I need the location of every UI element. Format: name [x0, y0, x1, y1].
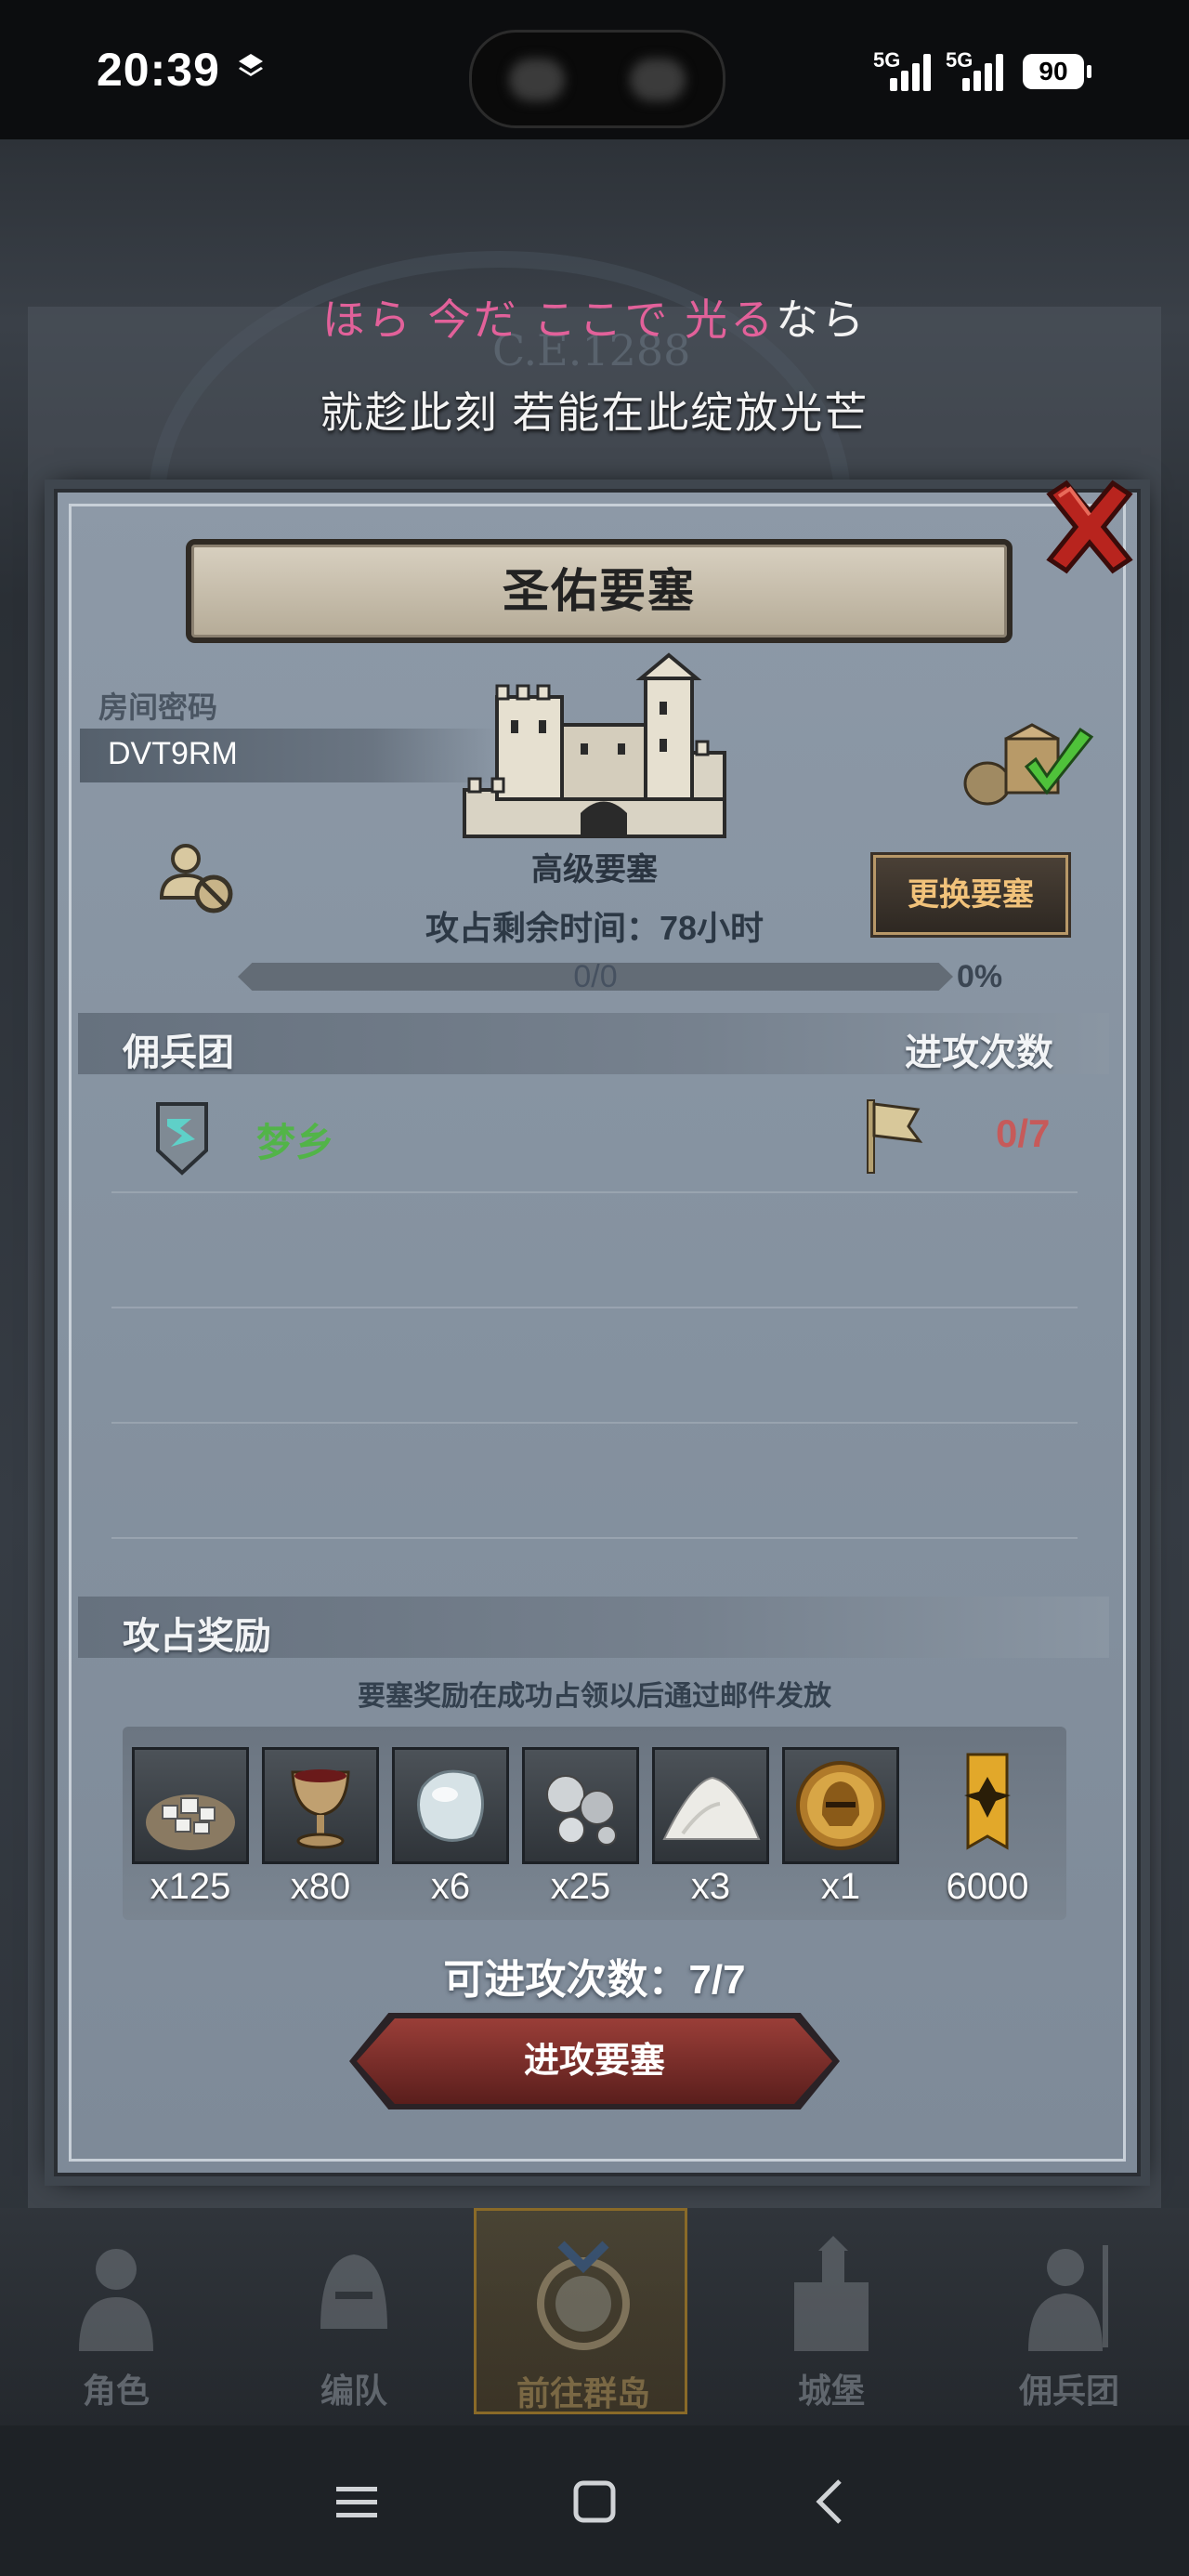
guild-name[interactable]: 梦乡 — [256, 1111, 334, 1168]
signal-bar — [901, 71, 908, 91]
nav-item-formation[interactable]: 编队 — [247, 2208, 461, 2414]
nav-item-islands[interactable]: 前往群岛 — [474, 2208, 687, 2414]
nav-label: 前往群岛 — [516, 2374, 650, 2412]
goblet-icon — [262, 1747, 379, 1864]
guild-attack-count: 0/7 — [996, 1111, 1051, 1155]
nav-item-mercenary[interactable]: 佣兵团 — [962, 2208, 1176, 2414]
lyric-line-japanese: ほら 今だ ここで 光るなら — [0, 286, 1189, 348]
gold-helmet-medal-icon — [782, 1747, 899, 1864]
reward-item[interactable]: x80 — [262, 1747, 379, 1908]
warrior-icon — [1028, 2245, 1108, 2351]
row-divider — [111, 1307, 1078, 1308]
available-attacks: 可进攻次数：7/7 — [443, 1957, 746, 2003]
guild-banner-icon — [927, 1747, 1048, 1864]
close-x-icon[interactable] — [1039, 476, 1141, 578]
room-code[interactable]: DVT9RM — [108, 736, 238, 772]
camera-cutout — [469, 30, 725, 128]
capture-time-remaining: 攻占剩余时间：78小时 — [425, 909, 764, 947]
battery-indicator: 90 — [1023, 54, 1091, 89]
reward-qty: x25 — [550, 1866, 611, 1907]
signal-bar — [912, 63, 920, 91]
reward-item[interactable]: x125 — [132, 1747, 249, 1908]
nav-label: 城堡 — [797, 2372, 865, 2410]
lyric-rest: なら — [776, 296, 868, 344]
castle-icon — [794, 2236, 869, 2351]
reward-item[interactable]: 6000 — [927, 1747, 1048, 1908]
signal-2-label: 5G — [946, 48, 973, 72]
rewards-header: 攻占奖励 — [123, 1616, 271, 1657]
signal-bar — [962, 78, 970, 91]
attack-count-header: 进攻次数 — [905, 1032, 1053, 1073]
layers-icon — [239, 54, 263, 76]
camera-blur — [509, 59, 565, 101]
silver-ore-sack-icon — [132, 1747, 249, 1864]
reward-qty: 6000 — [946, 1866, 1029, 1907]
back-icon[interactable] — [804, 2474, 860, 2530]
reward-qty: x3 — [690, 1866, 731, 1907]
nav-label: 编队 — [320, 2372, 387, 2410]
moonstone-icon — [392, 1747, 509, 1864]
nav-label: 佣兵团 — [1018, 2372, 1119, 2410]
reward-note: 要塞奖励在成功占领以后通过邮件发放 — [358, 1681, 831, 1712]
guild-shield-icon — [156, 1102, 208, 1176]
knight-icon — [79, 2249, 153, 2351]
row-divider — [111, 1537, 1078, 1539]
status-bar: 20:39 5G 5G 90 — [0, 0, 1189, 139]
silver-pearls-icon — [522, 1747, 639, 1864]
reward-item[interactable]: x25 — [522, 1747, 639, 1908]
signal-bar — [985, 63, 992, 91]
signal-bar — [923, 54, 931, 91]
attack-flag-icon — [867, 1099, 923, 1174]
helmet-icon — [320, 2254, 387, 2329]
signal-bar — [996, 54, 1003, 91]
clock: 20:39 — [97, 44, 220, 96]
sensor-blur — [630, 59, 686, 101]
reward-item[interactable]: x1 — [782, 1747, 899, 1908]
fortress-castle-icon — [463, 652, 726, 838]
signal-1-label: 5G — [873, 48, 901, 72]
row-divider — [111, 1191, 1078, 1193]
signal-bar — [890, 78, 897, 91]
row-divider — [111, 1422, 1078, 1424]
recent-apps-icon[interactable] — [329, 2474, 385, 2530]
signal-bar — [973, 71, 981, 91]
reward-qty: x80 — [290, 1866, 351, 1907]
globe-compass-icon — [537, 2241, 630, 2350]
reward-item[interactable]: x6 — [392, 1747, 509, 1908]
home-icon[interactable] — [567, 2474, 622, 2530]
room-code-label: 房间密码 — [98, 690, 218, 724]
nav-label: 角色 — [82, 2372, 150, 2410]
progress-count: 0/0 — [573, 959, 618, 994]
reward-qty: x1 — [820, 1866, 861, 1907]
progress-percent: 0% — [957, 959, 1003, 994]
nav-item-castle[interactable]: 城堡 — [725, 2208, 938, 2414]
reward-item[interactable]: x3 — [652, 1747, 769, 1908]
loot-bag-check-icon — [963, 723, 1094, 806]
nav-item-character[interactable]: 角色 — [9, 2208, 223, 2414]
reward-qty: x125 — [150, 1866, 231, 1907]
reward-qty: x6 — [430, 1866, 471, 1907]
salt-pile-icon — [652, 1747, 769, 1864]
lyric-highlight: ほら 今だ ここで 光る — [321, 296, 777, 344]
dialog-title: 圣佑要塞 — [186, 539, 1013, 643]
attack-fortress-button[interactable]: 进攻要塞 — [357, 2018, 832, 2104]
mercenary-header: 佣兵团 — [123, 1032, 234, 1073]
lyric-line-chinese: 就趁此刻 若能在此绽放光芒 — [320, 388, 869, 437]
